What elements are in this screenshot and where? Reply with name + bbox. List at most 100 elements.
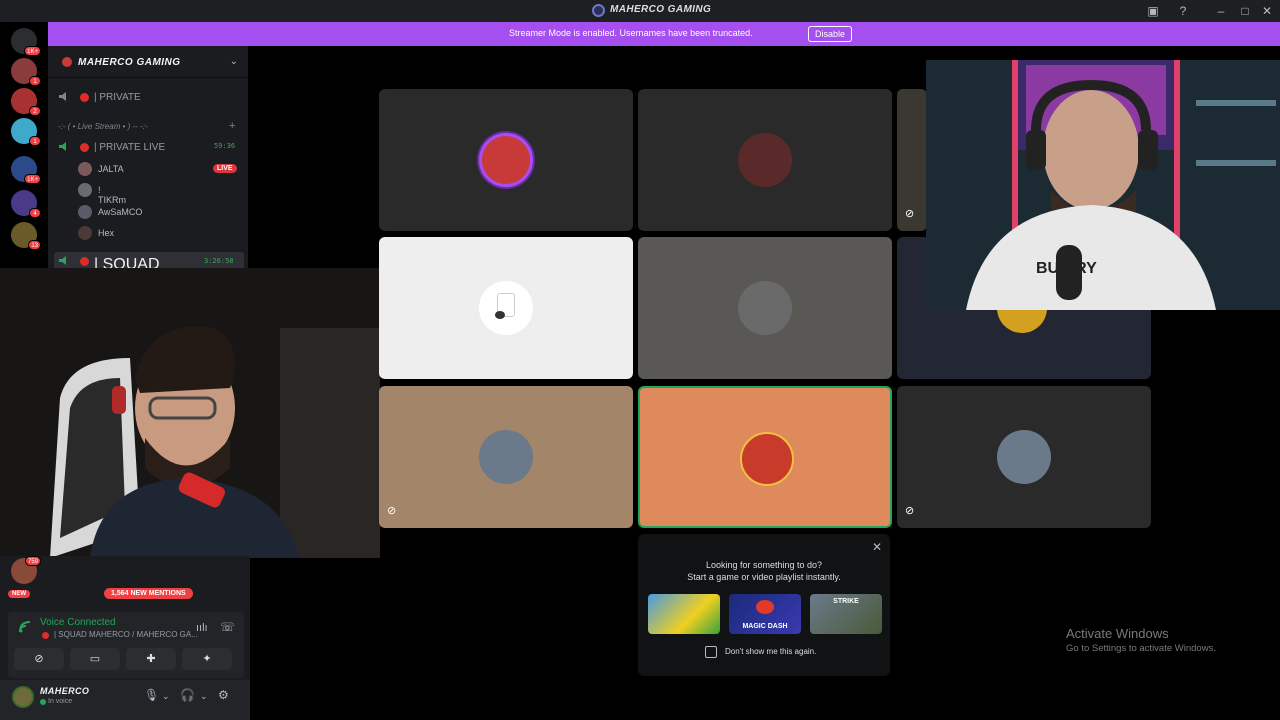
discord-logo-icon — [592, 4, 605, 17]
live-badge: LIVE — [213, 164, 237, 173]
voice-channel-path[interactable]: | SQUAD MAHERCO / MAHERCO GA... — [54, 630, 198, 639]
server-icon[interactable]: 4 — [11, 190, 41, 218]
close-icon[interactable]: ✕ — [872, 540, 882, 554]
help-icon[interactable]: ? — [1175, 3, 1191, 19]
server-badge: 1K+ — [24, 46, 41, 56]
channel-private[interactable]: | PRIVATE — [58, 88, 244, 106]
avatar — [479, 430, 533, 484]
avatar — [479, 133, 533, 187]
webcam-overlay-right: BU RRY — [926, 60, 1280, 310]
avatar — [78, 226, 92, 240]
category-live-stream[interactable]: -:- ( • Live Stream • ) -- -:- — [58, 122, 148, 131]
participant-tile[interactable] — [638, 89, 892, 231]
participant-tile[interactable] — [379, 237, 633, 379]
user-name: MAHERCO — [40, 686, 90, 696]
red-dot-icon — [80, 143, 89, 152]
streamer-mode-banner: Streamer Mode is enabled. Usernames have… — [48, 22, 1280, 46]
home-icon[interactable]: 1K+ — [11, 28, 41, 56]
server-icon[interactable]: 13 — [11, 222, 41, 250]
disable-streamer-mode-button[interactable]: Disable — [808, 26, 853, 42]
participant-tile[interactable] — [638, 237, 892, 379]
microphone-icon[interactable]: 🎙 — [144, 688, 159, 702]
server-badge: 1K+ — [24, 174, 41, 184]
voice-user-name: Hex — [98, 228, 115, 238]
channel-timer: 3:26:58 — [204, 257, 234, 265]
signal-icon[interactable] — [18, 620, 32, 634]
red-dot-icon — [80, 257, 89, 266]
avatar — [740, 432, 794, 486]
speaker-icon — [59, 256, 66, 265]
camera-button[interactable]: ⊘ — [14, 648, 64, 670]
new-badge[interactable]: NEW — [8, 590, 30, 598]
window-title: MAHERCO GAMING — [610, 4, 712, 15]
avatar — [78, 205, 92, 219]
server-icon[interactable]: 2 — [11, 88, 41, 116]
guild-name: MAHERCO GAMING — [78, 57, 181, 68]
inbox-icon[interactable]: ▣ — [1145, 3, 1161, 19]
activities-button[interactable]: ✚ — [126, 648, 176, 670]
avatar — [738, 133, 792, 187]
maximize-button[interactable]: □ — [1237, 3, 1253, 19]
minimize-button[interactable]: – — [1213, 3, 1229, 19]
webcam-image: BU RRY — [926, 60, 1280, 310]
avatar — [479, 281, 533, 335]
guild-header[interactable]: MAHERCO GAMING ⌄ — [48, 46, 248, 78]
headphones-icon[interactable]: 🎧 — [180, 688, 195, 702]
speaker-icon — [59, 142, 66, 151]
disconnect-icon[interactable]: ☏ — [220, 620, 235, 634]
server-list: 1K+ 1 2 1 1K+ 4 13 — [0, 22, 48, 272]
server-icon[interactable]: 1 — [11, 58, 41, 86]
activate-windows-title: Activate Windows — [1066, 626, 1169, 641]
server-icon[interactable]: 759 — [11, 556, 41, 584]
dont-show-checkbox[interactable] — [705, 646, 717, 658]
server-icon[interactable]: 1 — [11, 118, 41, 146]
user-panel: MAHERCO In voice 🎙 ⌄ 🎧 ⌄ ⚙ — [0, 680, 250, 720]
speaker-icon — [59, 92, 66, 101]
activity-prompt-title: Looking for something to do? — [705, 560, 823, 570]
participant-tile[interactable]: ⊘ — [897, 386, 1151, 528]
settings-gear-icon[interactable]: ⚙ — [218, 688, 229, 702]
voice-user-name: AwSaMCO — [98, 207, 143, 217]
chevron-down-icon[interactable]: ⌄ — [162, 691, 170, 702]
game-title: STRIKE — [833, 598, 859, 605]
participant-tile[interactable]: ⊘ — [379, 386, 633, 528]
channel-sidebar: MAHERCO GAMING ⌄ | PRIVATE -:- ( • Live … — [48, 46, 248, 291]
guild-icon — [62, 57, 72, 67]
webcam-overlay-left — [0, 268, 380, 558]
avatar — [78, 183, 92, 197]
banner-message: Streamer Mode is enabled. Usernames have… — [509, 28, 753, 38]
noise-suppression-icon[interactable]: ıılı — [196, 622, 208, 634]
server-badge: 2 — [29, 106, 41, 116]
screen-share-button[interactable]: ▭ — [70, 648, 120, 670]
activity-prompt-subtitle: Start a game or video playlist instantly… — [687, 572, 841, 582]
close-window-button[interactable]: ✕ — [1259, 3, 1275, 19]
participant-tile[interactable]: ⊘ — [897, 89, 927, 231]
red-dot-icon — [80, 93, 89, 102]
new-mentions-pill[interactable]: 1,564 NEW MENTIONS — [104, 588, 193, 599]
soundboard-button[interactable]: ✦ — [182, 648, 232, 670]
chevron-down-icon[interactable]: ⌄ — [230, 56, 238, 67]
participant-tile-speaking[interactable] — [638, 386, 892, 528]
activity-game-card[interactable]: STRIKE — [810, 594, 882, 634]
avatar — [738, 281, 792, 335]
participant-tile[interactable] — [379, 89, 633, 231]
channel-label: | PRIVATE LIVE — [94, 142, 166, 153]
user-status: In voice — [48, 698, 73, 705]
title-bar: MAHERCO GAMING ▣ ? – □ ✕ — [0, 0, 1280, 22]
server-icon[interactable]: 1K+ — [11, 156, 41, 184]
channel-timer: 59:36 — [214, 142, 236, 150]
add-channel-icon[interactable]: + — [229, 120, 235, 132]
checkbox-label: Don't show me this again. — [725, 647, 817, 656]
activity-game-card[interactable]: MAGIC DASH — [729, 594, 801, 634]
mute-icon: ⊘ — [905, 505, 915, 517]
activity-game-card[interactable] — [648, 594, 720, 634]
avatar[interactable] — [12, 686, 34, 708]
channel-label: | PRIVATE — [94, 92, 141, 103]
server-badge: 1 — [29, 76, 41, 86]
mute-icon: ⊘ — [387, 505, 397, 517]
voice-user-name: ! TIKRm — [98, 185, 126, 205]
chevron-down-icon[interactable]: ⌄ — [200, 691, 208, 702]
voice-status[interactable]: Voice Connected — [40, 617, 116, 628]
voice-user-name: JALTA — [98, 164, 124, 174]
voice-connected-panel: Voice Connected | SQUAD MAHERCO / MAHERC… — [8, 612, 244, 678]
